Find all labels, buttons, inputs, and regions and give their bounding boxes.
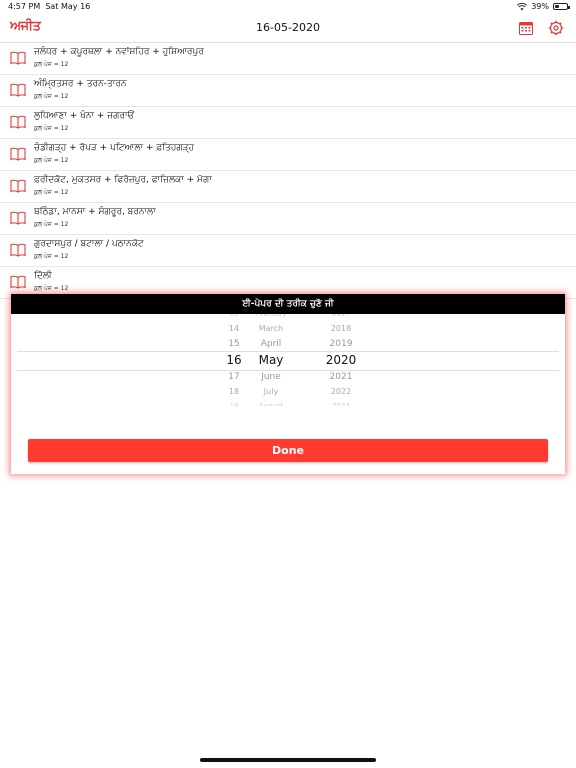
edition-page-count: ਕੁਲ ਪੇਜ = 12 (34, 285, 69, 292)
edition-title: ਦਿੱਲੀ (34, 271, 52, 281)
month-option[interactable]: May (231, 351, 311, 369)
book-icon (10, 211, 26, 225)
status-time: 4:57 PM Sat May 16 (8, 2, 90, 11)
edition-page-count: ਕੁਲ ਪੇਜ = 12 (34, 93, 69, 100)
edition-title: ਬਠਿੰਡਾ, ਮਾਨਸਾ + ਸੰਗਰੂਰ, ਬਰਨਾਲਾ (34, 207, 156, 217)
wifi-icon (517, 2, 528, 10)
home-indicator (200, 758, 376, 762)
page-title: 16-05-2020 (256, 21, 320, 34)
edition-title: ਚੰਡੀਗੜ੍ਹ + ਰੋਪੜ + ਪਟਿਆਲਾ + ਫ਼ਤਿਹਗੜ੍ਹ (34, 143, 195, 153)
book-icon (10, 51, 26, 65)
battery-fill (555, 5, 560, 8)
edition-row[interactable]: ਚੰਡੀਗੜ੍ਹ + ਰੋਪੜ + ਪਟਿਆਲਾ + ਫ਼ਤਿਹਗੜ੍ਹ ਕੁਲ … (0, 139, 576, 171)
book-icon (10, 83, 26, 97)
edition-page-count: ਕੁਲ ਪੇਜ = 12 (34, 157, 69, 164)
book-icon (10, 243, 26, 257)
battery-icon (553, 3, 570, 10)
edition-page-count: ਕੁਲ ਪੇਜ = 12 (34, 125, 69, 132)
book-icon (10, 115, 26, 129)
edition-title: ਫ਼ਰੀਦਕੋਟ, ਮੁਕਤਸਰ + ਫਿਰੋਜ਼ਪੁਰ, ਫਾਜ਼ਿਲਕਾ +… (34, 175, 212, 185)
date-picker-wheel[interactable]: 13 14 15 16 17 18 19 February March April May June J… (11, 314, 565, 406)
date-picker-dialog: ਈ-ਪੇਪਰ ਦੀ ਤਰੀਕ ਚੁਣੋ ਜੀ 13 14 15 16 17 18 19 Feb… (11, 294, 565, 474)
year-column[interactable]: 2017 2018 2019 2020 2021 2022 2023 (301, 314, 381, 406)
edition-row[interactable]: ਲੁਧਿਆਣਾ + ਖੰਨਾ + ਜਗਰਾਓਂ ਕੁਲ ਪੇਜ = 12 (0, 107, 576, 139)
status-clock: 4:57 PM (8, 2, 41, 11)
status-bar: 4:57 PM Sat May 16 39% (0, 0, 576, 14)
month-option[interactable]: August (231, 397, 311, 406)
edition-page-count: ਕੁਲ ਪੇਜ = 12 (34, 221, 69, 228)
gear-icon[interactable] (548, 20, 564, 36)
book-icon (10, 275, 26, 289)
edition-title: ਜਲੰਧਰ + ਕਪੂਰਥਲਾ + ਨਵਾਂਸ਼ਹਿਰ + ਹੁਸ਼ਿਆਰਪੁਰ (34, 47, 204, 57)
edition-page-count: ਕੁਲ ਪੇਜ = 12 (34, 253, 69, 260)
edition-title: ਗੁਰਦਾਸਪੁਰ / ਬਟਾਲਾ / ਪਠਾਨਕੋਟ (34, 239, 144, 249)
calendar-icon[interactable] (518, 20, 534, 36)
edition-title: ਲੁਧਿਆਣਾ + ਖੰਨਾ + ਜਗਰਾਓਂ (34, 111, 135, 121)
edition-row[interactable]: ਜਲੰਧਰ + ਕਪੂਰਥਲਾ + ਨਵਾਂਸ਼ਹਿਰ + ਹੁਸ਼ਿਆਰਪੁਰ… (0, 43, 576, 75)
book-icon (10, 179, 26, 193)
status-right: 39% (517, 2, 570, 11)
edition-page-count: ਕੁਲ ਪੇਜ = 12 (34, 189, 69, 196)
book-icon (10, 147, 26, 161)
date-picker-title: ਈ-ਪੇਪਰ ਦੀ ਤਰੀਕ ਚੁਣੋ ਜੀ (11, 294, 565, 314)
edition-title: ਅੰਮ੍ਰਿਤਸਰ + ਤਰਨ-ਤਾਰਨ (34, 79, 127, 89)
year-option[interactable]: 2020 (301, 351, 381, 369)
edition-row[interactable]: ਅੰਮ੍ਰਿਤਸਰ + ਤਰਨ-ਤਾਰਨ ਕੁਲ ਪੇਜ = 12 (0, 75, 576, 107)
year-option[interactable]: 2023 (301, 397, 381, 406)
nav-bar: ਅਜੀਤ 16-05-2020 (0, 14, 576, 43)
edition-list: ਜਲੰਧਰ + ਕਪੂਰਥਲਾ + ਨਵਾਂਸ਼ਹਿਰ + ਹੁਸ਼ਿਆਰਪੁਰ… (0, 43, 576, 299)
month-column[interactable]: February March April May June July August (231, 314, 311, 406)
done-button[interactable]: Done (28, 439, 548, 462)
edition-page-count: ਕੁਲ ਪੇਜ = 12 (34, 61, 69, 68)
status-date: Sat May 16 (45, 2, 91, 11)
battery-percent: 39% (531, 2, 549, 11)
edition-row[interactable]: ਫ਼ਰੀਦਕੋਟ, ਮੁਕਤਸਰ + ਫਿਰੋਜ਼ਪੁਰ, ਫਾਜ਼ਿਲਕਾ +… (0, 171, 576, 203)
edition-row[interactable]: ਗੁਰਦਾਸਪੁਰ / ਬਟਾਲਾ / ਪਠਾਨਕੋਟ ਕੁਲ ਪੇਜ = 12 (0, 235, 576, 267)
edition-row[interactable]: ਬਠਿੰਡਾ, ਮਾਨਸਾ + ਸੰਗਰੂਰ, ਬਰਨਾਲਾ ਕੁਲ ਪੇਜ = … (0, 203, 576, 235)
